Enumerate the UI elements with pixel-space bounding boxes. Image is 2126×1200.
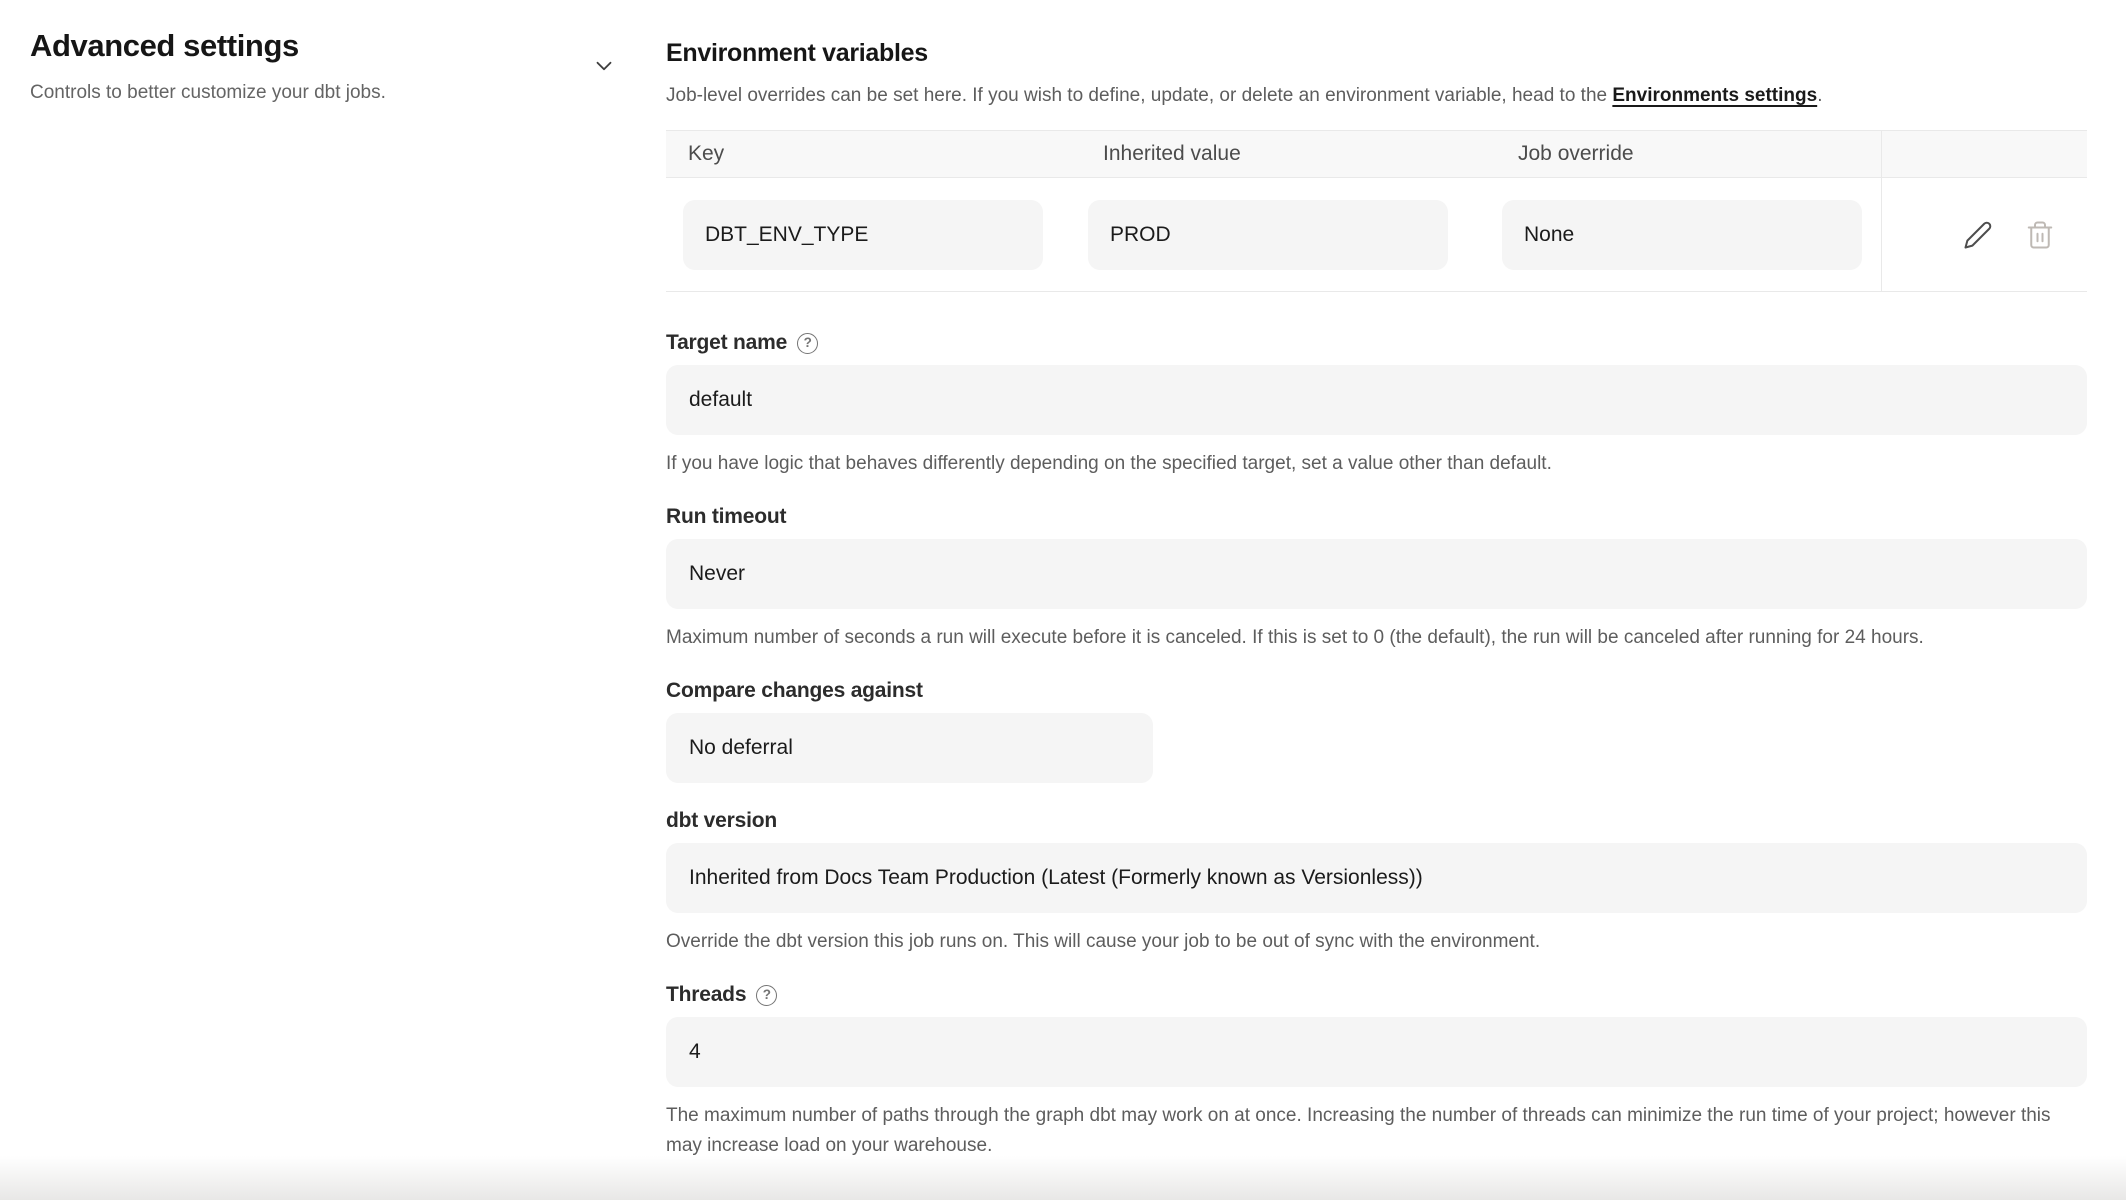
target-name-label-text: Target name	[666, 330, 787, 356]
env-vars-description-period: .	[1817, 85, 1822, 106]
page-title: Advanced settings	[30, 26, 590, 66]
run-timeout-label: Run timeout	[666, 504, 2087, 530]
help-icon[interactable]: ?	[797, 333, 818, 354]
run-timeout-field: Run timeout Never Maximum number of seco…	[666, 504, 2087, 653]
dbt-version-label-text: dbt version	[666, 808, 777, 834]
chevron-down-icon	[591, 53, 617, 79]
compare-changes-label: Compare changes against	[666, 678, 2087, 704]
pencil-icon	[1963, 220, 1993, 250]
dbt-version-helper: Override the dbt version this job runs o…	[666, 927, 2087, 957]
threads-input[interactable]: 4	[666, 1017, 2087, 1087]
row-actions	[1881, 178, 2087, 291]
column-header-job-override: Job override	[1485, 142, 1881, 166]
bottom-scroll-fade	[0, 1156, 2126, 1200]
delete-env-var-button[interactable]	[2023, 218, 2057, 252]
env-vars-table: Key Inherited value Job override DBT_ENV…	[666, 130, 2087, 292]
target-name-input[interactable]: default	[666, 365, 2087, 435]
env-var-job-override-value: None	[1502, 200, 1862, 270]
run-timeout-input[interactable]: Never	[666, 539, 2087, 609]
dbt-version-label: dbt version	[666, 808, 2087, 834]
environments-settings-link[interactable]: Environments settings	[1612, 85, 1817, 106]
compare-changes-select[interactable]: No deferral	[666, 713, 1153, 783]
column-header-inherited-value: Inherited value	[1071, 142, 1485, 166]
column-header-key: Key	[666, 142, 1071, 166]
target-name-helper: If you have logic that behaves different…	[666, 449, 2087, 479]
threads-helper: The maximum number of paths through the …	[666, 1101, 2087, 1161]
advanced-settings-content: Environment variables Job-level override…	[666, 30, 2087, 1161]
table-row: DBT_ENV_TYPE PROD None	[666, 178, 2087, 291]
edit-env-var-button[interactable]	[1961, 218, 1995, 252]
dbt-version-field: dbt version Inherited from Docs Team Pro…	[666, 808, 2087, 957]
env-vars-title: Environment variables	[666, 36, 2087, 70]
help-icon[interactable]: ?	[756, 985, 777, 1006]
env-vars-table-header: Key Inherited value Job override	[666, 131, 2087, 178]
env-var-inherited-value: PROD	[1088, 200, 1448, 270]
trash-icon	[2025, 220, 2055, 250]
compare-changes-label-text: Compare changes against	[666, 678, 923, 704]
compare-changes-field: Compare changes against No deferral	[666, 678, 2087, 783]
run-timeout-label-text: Run timeout	[666, 504, 786, 530]
dbt-version-input[interactable]: Inherited from Docs Team Production (Lat…	[666, 843, 2087, 913]
column-header-actions	[1881, 131, 2087, 177]
target-name-label: Target name ?	[666, 330, 2087, 356]
threads-field: Threads ? 4 The maximum number of paths …	[666, 982, 2087, 1161]
page-subtitle: Controls to better customize your dbt jo…	[30, 80, 590, 106]
env-vars-description: Job-level overrides can be set here. If …	[666, 83, 2087, 109]
env-var-key-value: DBT_ENV_TYPE	[683, 200, 1043, 270]
threads-label: Threads ?	[666, 982, 2087, 1008]
target-name-field: Target name ? default If you have logic …	[666, 330, 2087, 479]
advanced-settings-panel: Advanced settings Controls to better cus…	[30, 26, 590, 106]
collapse-section-button[interactable]	[586, 48, 622, 84]
env-vars-description-text: Job-level overrides can be set here. If …	[666, 85, 1612, 106]
run-timeout-helper: Maximum number of seconds a run will exe…	[666, 623, 2087, 653]
threads-label-text: Threads	[666, 982, 746, 1008]
